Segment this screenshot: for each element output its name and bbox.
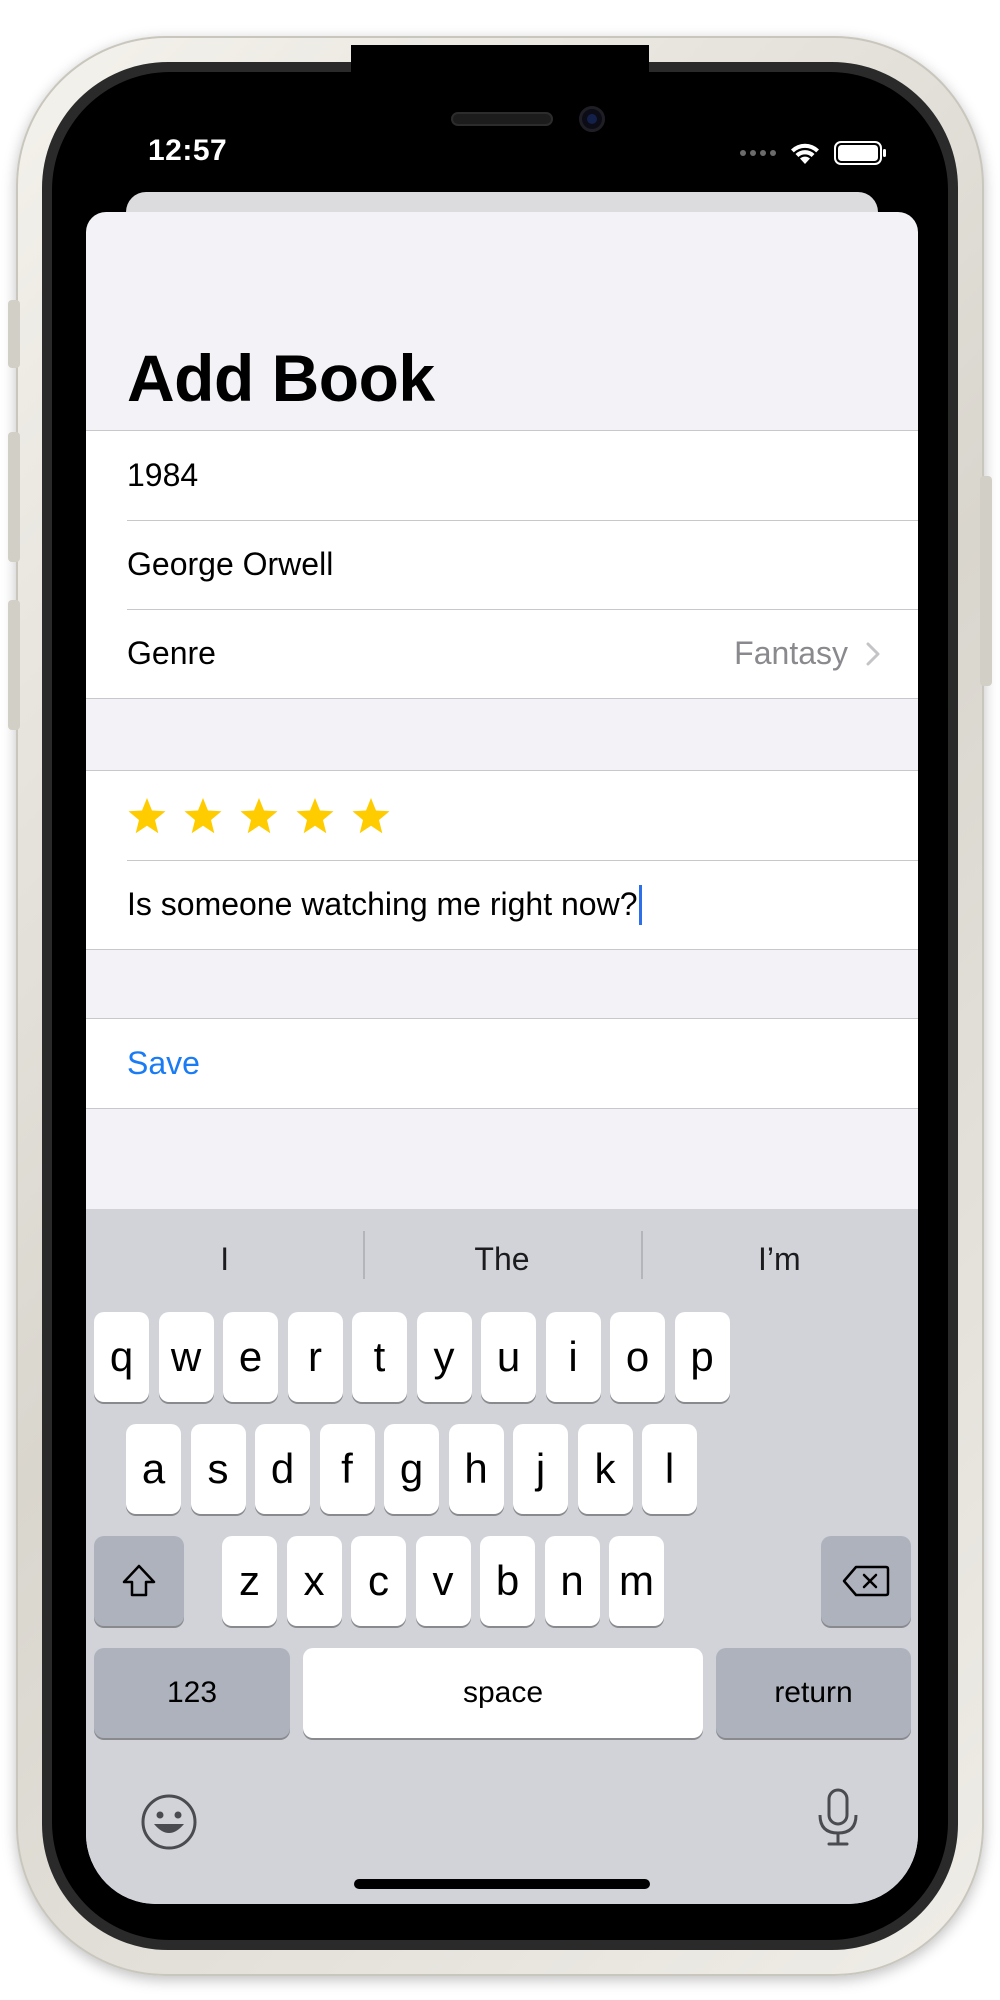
numbers-key[interactable]: 123 [94, 1648, 290, 1738]
key-d[interactable]: d [255, 1424, 310, 1514]
title-field[interactable]: 1984 [86, 431, 918, 520]
key-t[interactable]: t [352, 1312, 407, 1402]
key-z[interactable]: z [222, 1536, 277, 1626]
star-icon[interactable] [127, 796, 167, 836]
genre-picker[interactable]: Genre Fantasy [86, 609, 918, 698]
save-button[interactable]: Save [86, 1019, 918, 1108]
book-details-group: 1984 George Orwell Genre Fantasy [86, 430, 918, 699]
key-y[interactable]: y [416, 1312, 472, 1402]
suggestion-3[interactable]: I’m [640, 1209, 918, 1309]
space-key[interactable]: space [303, 1648, 703, 1738]
status-time: 12:57 [148, 134, 228, 167]
author-field[interactable]: George Orwell [86, 520, 918, 609]
review-field-value: Is someone watching me right now? [127, 886, 638, 922]
key-g[interactable]: g [384, 1424, 439, 1514]
key-row-4: 123 space return [86, 1648, 918, 1740]
key-x[interactable]: x [286, 1536, 342, 1626]
star-icon[interactable] [239, 796, 279, 836]
key-row-2: asdfghjkl [86, 1424, 918, 1516]
suggestion-2[interactable]: The [363, 1209, 640, 1309]
author-field-value: George Orwell [127, 546, 334, 582]
key-j[interactable]: j [513, 1424, 568, 1514]
star-rating[interactable] [127, 796, 391, 836]
cellular-signal-icon [740, 150, 776, 156]
key-o[interactable]: o [610, 1312, 665, 1402]
battery-icon [834, 141, 886, 165]
key-h[interactable]: h [448, 1424, 504, 1514]
page-title: Add Book [127, 341, 435, 415]
status-icons [740, 138, 888, 168]
title-field-value: 1984 [127, 457, 199, 493]
chevron-right-icon [866, 642, 880, 665]
key-u[interactable]: u [481, 1312, 536, 1402]
key-q[interactable]: q [94, 1312, 149, 1402]
key-row-3: zxcvbnm [86, 1536, 918, 1628]
key-s[interactable]: s [190, 1424, 246, 1514]
genre-label: Genre [127, 635, 216, 671]
earpiece-speaker [451, 112, 553, 126]
microphone-icon[interactable] [808, 1787, 868, 1847]
rating-row [86, 771, 918, 860]
keyboard: I The I’m qwertyuiop asdfghjkl zxcvbnm 1… [86, 1209, 918, 1904]
volume-down-button [8, 600, 20, 730]
review-field-text: Is someone watching me right now? [127, 884, 643, 925]
delete-icon [842, 1565, 890, 1597]
key-row-1: qwertyuiop [86, 1312, 918, 1404]
front-camera [579, 106, 605, 132]
key-k[interactable]: k [577, 1424, 633, 1514]
shift-icon [122, 1564, 156, 1597]
star-icon[interactable] [295, 796, 335, 836]
suggestion-bar: I The I’m [86, 1209, 918, 1309]
key-c[interactable]: c [351, 1536, 406, 1626]
delete-key[interactable] [821, 1536, 911, 1626]
key-m[interactable]: m [609, 1536, 664, 1626]
review-group: Is someone watching me right now? [86, 770, 918, 950]
key-i[interactable]: i [545, 1312, 601, 1402]
genre-value: Fantasy [734, 635, 848, 671]
text-cursor [639, 884, 643, 925]
key-e[interactable]: e [223, 1312, 278, 1402]
key-r[interactable]: r [287, 1312, 343, 1402]
home-indicator [354, 1879, 650, 1889]
return-key[interactable]: return [716, 1648, 911, 1738]
key-l[interactable]: l [642, 1424, 697, 1514]
add-book-sheet: Add Book 1984 George Orwell Genre Fantas… [86, 212, 918, 1904]
key-a[interactable]: a [126, 1424, 181, 1514]
key-w[interactable]: w [158, 1312, 214, 1402]
shift-key[interactable] [94, 1536, 184, 1626]
save-button-label: Save [127, 1045, 200, 1081]
key-b[interactable]: b [480, 1536, 535, 1626]
key-v[interactable]: v [415, 1536, 471, 1626]
star-icon[interactable] [351, 796, 391, 836]
notch [351, 45, 649, 119]
wifi-icon [791, 143, 819, 164]
key-p[interactable]: p [674, 1312, 730, 1402]
volume-up-button [8, 432, 20, 562]
star-icon[interactable] [183, 796, 223, 836]
key-f[interactable]: f [319, 1424, 375, 1514]
genre-picker-value-wrap: Fantasy [734, 635, 880, 672]
emoji-icon[interactable] [139, 1792, 199, 1852]
review-field[interactable]: Is someone watching me right now? [86, 860, 918, 949]
suggestion-1[interactable]: I [86, 1209, 363, 1309]
key-n[interactable]: n [544, 1536, 600, 1626]
silent-switch [8, 300, 20, 368]
save-group: Save [86, 1018, 918, 1109]
power-button [980, 476, 992, 686]
